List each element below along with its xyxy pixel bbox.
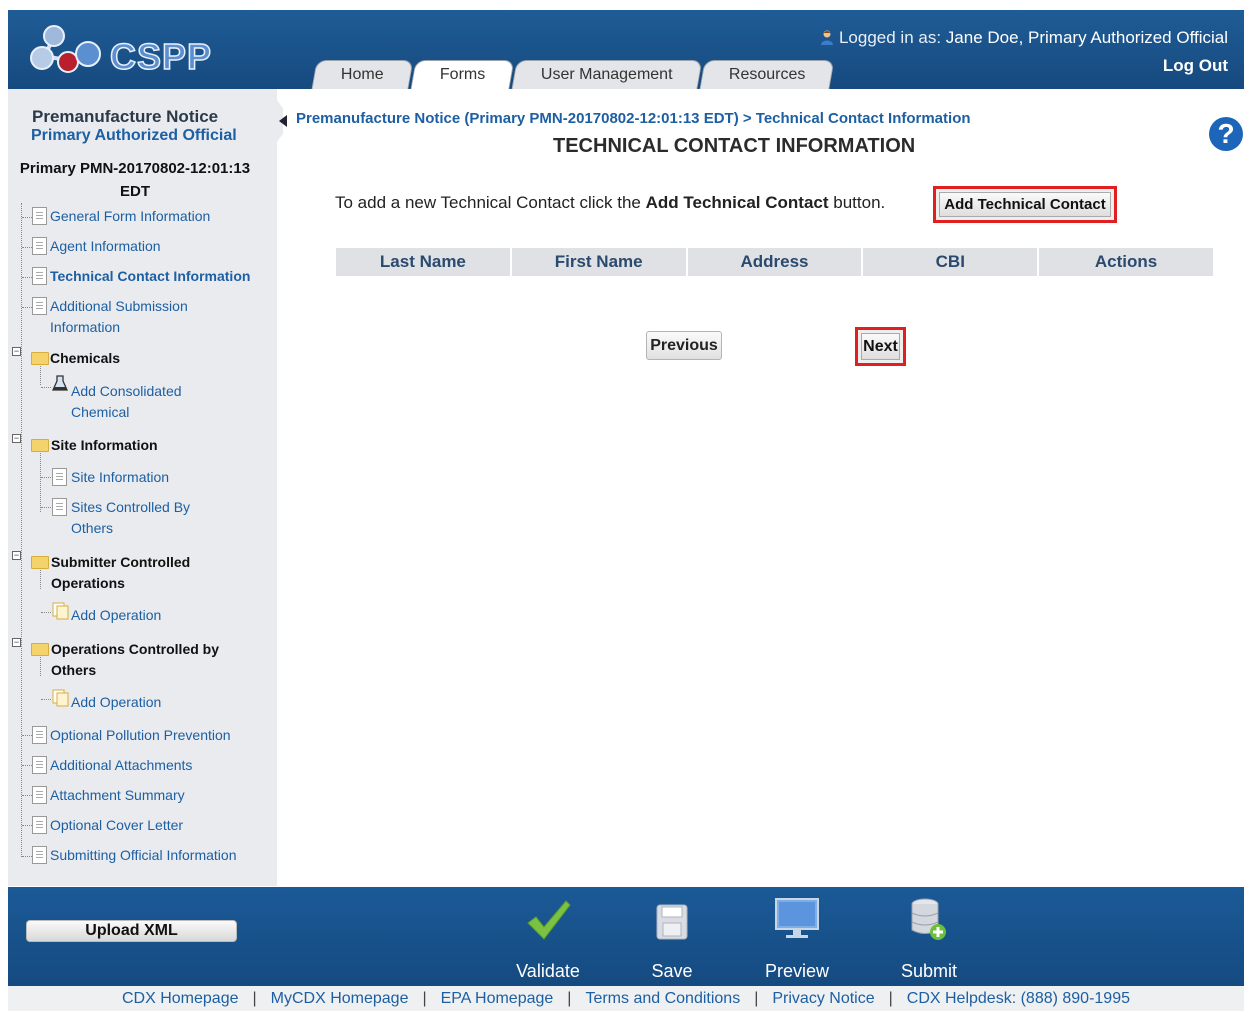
document-icon (32, 786, 47, 804)
sidebar-item-technical-contact-information[interactable]: Technical Contact Information (50, 266, 250, 287)
document-icon (32, 816, 47, 834)
sidebar-item-attachment-summary[interactable]: Attachment Summary (50, 785, 185, 806)
preview-button[interactable]: Preview (757, 897, 837, 983)
save-button[interactable]: Save (632, 897, 712, 983)
user-icon (820, 30, 833, 45)
document-icon (32, 267, 47, 285)
sidebar-item-add-operation-submitter[interactable]: Add Operation (71, 605, 161, 626)
footer-link-helpdesk[interactable]: CDX Helpdesk: (888) 890-1995 (907, 990, 1130, 1007)
sidebar-pmn-id: Primary PMN-20170802-12:01:13 EDT (19, 160, 251, 200)
tab-forms[interactable]: Forms (410, 60, 515, 89)
sidebar-item-chemicals[interactable]: Chemicals (50, 348, 120, 369)
footer-link-terms[interactable]: Terms and Conditions (585, 990, 740, 1007)
logout-link[interactable]: Log Out (1163, 56, 1228, 76)
footer-links: CDX Homepage | MyCDX Homepage | EPA Homepage… (8, 986, 1244, 1011)
tab-user-management[interactable]: User Management (511, 60, 703, 89)
document-icon (52, 468, 67, 486)
page-title: TECHNICAL CONTACT INFORMATION (553, 135, 916, 157)
sidebar-item-submitter-controlled-operations[interactable]: Submitter Controlled Operations (51, 552, 221, 594)
column-actions: Actions (1039, 248, 1213, 276)
document-icon (32, 726, 47, 744)
folder-icon (31, 439, 49, 452)
tab-home[interactable]: Home (311, 60, 414, 89)
floppy-disk-icon (656, 904, 688, 940)
sidebar-item-site-information-folder[interactable]: Site Information (51, 435, 158, 456)
folder-icon (31, 352, 49, 365)
footer-link-mycdx-homepage[interactable]: MyCDX Homepage (271, 990, 409, 1007)
sidebar-subtitle: Primary Authorized Official (31, 127, 237, 144)
tree-line (40, 363, 41, 385)
sidebar-item-additional-attachments[interactable]: Additional Attachments (50, 755, 192, 776)
previous-button[interactable]: Previous (646, 331, 722, 360)
collapse-icon[interactable]: − (12, 434, 21, 443)
login-prefix: Logged in as: (838, 28, 942, 47)
help-icon[interactable]: ? (1209, 117, 1243, 151)
upload-xml-button[interactable]: Upload XML (26, 920, 237, 942)
footer-link-epa-homepage[interactable]: EPA Homepage (441, 990, 554, 1007)
document-icon (32, 297, 47, 315)
breadcrumb[interactable]: Premanufacture Notice (Primary PMN-20170… (296, 110, 971, 127)
document-icon (52, 498, 67, 516)
collapse-sidebar-icon[interactable] (279, 115, 287, 127)
sidebar-item-operations-controlled-by-others[interactable]: Operations Controlled by Others (51, 639, 241, 681)
document-icon (32, 237, 47, 255)
contacts-table-header: Last Name First Name Address CBI Actions (336, 248, 1213, 276)
submit-button[interactable]: Submit (889, 897, 969, 983)
sidebar-item-add-operation-others[interactable]: Add Operation (71, 692, 161, 713)
molecule-icon (30, 25, 101, 73)
instruction-text: To add a new Technical Contact click the… (335, 193, 886, 212)
tree-line (40, 450, 41, 512)
tree-line (40, 654, 41, 676)
user-name: Jane Doe, Primary Authorized Official (945, 28, 1228, 47)
sidebar-item-add-consolidated-chemical[interactable]: Add Consolidated Chemical (71, 381, 211, 423)
document-icon (32, 756, 47, 774)
sidebar-item-general-form-information[interactable]: General Form Information (50, 206, 210, 227)
add-document-icon (52, 689, 69, 707)
tree-line (21, 203, 22, 857)
document-icon (32, 207, 47, 225)
database-add-icon (911, 898, 946, 940)
login-info: Logged in as: Jane Doe, Primary Authoriz… (819, 28, 1228, 48)
sidebar-item-optional-pollution-prevention[interactable]: Optional Pollution Prevention (50, 725, 231, 746)
collapse-icon[interactable]: − (12, 638, 21, 647)
sidebar-item-additional-submission-information[interactable]: Additional Submission Information (50, 296, 210, 338)
folder-icon (31, 556, 49, 569)
tab-resources[interactable]: Resources (699, 60, 835, 89)
checkmark-icon (527, 900, 571, 940)
sidebar-item-optional-cover-letter[interactable]: Optional Cover Letter (50, 815, 183, 836)
sidebar-title: Premanufacture Notice (32, 107, 219, 126)
main-tabs: Home Forms User Management Resources (311, 60, 835, 89)
cspp-logo[interactable]: CSPP (26, 20, 212, 80)
footer-link-cdx-homepage[interactable]: CDX Homepage (122, 990, 239, 1007)
monitor-icon (775, 898, 819, 938)
sidebar-item-submitting-official-information[interactable]: Submitting Official Information (50, 845, 237, 866)
column-cbi[interactable]: CBI (863, 248, 1038, 276)
folder-icon (31, 643, 49, 656)
document-icon (32, 846, 47, 864)
tree-line (40, 567, 41, 589)
collapse-icon[interactable]: − (12, 551, 21, 560)
sidebar-item-sites-controlled-by-others[interactable]: Sites Controlled By Others (71, 497, 211, 539)
flask-icon (52, 375, 68, 391)
column-last-name[interactable]: Last Name (336, 248, 510, 276)
app-header: CSPP Logged in as: Jane Doe, Primary Aut… (8, 10, 1244, 89)
add-document-icon (52, 602, 69, 620)
column-address[interactable]: Address (687, 248, 862, 276)
action-toolbar: Upload XML Validate Save Preview Submit (8, 887, 1244, 986)
next-button[interactable]: Next (855, 327, 906, 366)
collapse-icon[interactable]: − (12, 347, 21, 356)
sidebar-item-agent-information[interactable]: Agent Information (50, 236, 161, 257)
sidebar: Premanufacture Notice Primary Authorized… (8, 89, 277, 886)
add-technical-contact-button[interactable]: Add Technical Contact (933, 186, 1117, 223)
column-first-name[interactable]: First Name (511, 248, 686, 276)
sidebar-item-site-information[interactable]: Site Information (71, 467, 169, 488)
footer-link-privacy[interactable]: Privacy Notice (772, 990, 874, 1007)
logo-text: CSPP (109, 35, 213, 78)
validate-button[interactable]: Validate (508, 897, 588, 983)
